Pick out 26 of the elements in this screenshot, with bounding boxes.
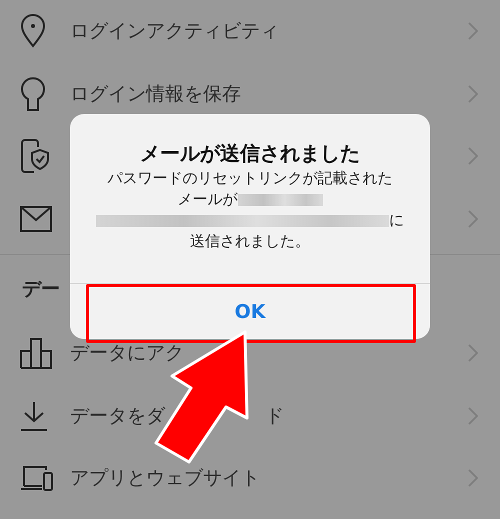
chevron-icon bbox=[468, 406, 478, 425]
phone-shield-icon bbox=[20, 139, 50, 174]
alert-title: メールが送信されました bbox=[139, 140, 361, 166]
alert-message-text: 送信されました。 bbox=[190, 232, 310, 251]
keyhole-icon bbox=[20, 76, 46, 111]
menu-item-label[interactable]: ド bbox=[265, 402, 284, 429]
alert-message-text: メールが bbox=[178, 190, 238, 209]
chevron-icon bbox=[468, 210, 478, 228]
menu-item-label[interactable]: データをダ bbox=[70, 402, 165, 429]
section-header: デー bbox=[22, 276, 60, 302]
menu-item-label[interactable]: データにアク bbox=[70, 340, 184, 366]
envelope-icon bbox=[20, 206, 52, 232]
bar-chart-icon bbox=[20, 337, 52, 370]
chevron-icon bbox=[468, 344, 478, 362]
chevron-icon bbox=[468, 22, 478, 40]
menu-item-label[interactable]: ログインアクティビティ bbox=[70, 18, 279, 44]
chevron-icon bbox=[468, 147, 478, 166]
chevron-icon bbox=[468, 84, 478, 103]
chevron-icon bbox=[468, 469, 478, 488]
download-icon bbox=[20, 400, 48, 431]
menu-item-label[interactable]: ログイン情報を保存 bbox=[70, 80, 241, 107]
menu-item-label[interactable]: アプリとウェブサイト bbox=[70, 465, 260, 492]
laptop-phone-icon bbox=[20, 464, 54, 492]
alert-message-text: パスワードのリセットリンクが記載された bbox=[108, 169, 392, 188]
location-pin-icon bbox=[20, 14, 46, 48]
alert-message-text: に bbox=[389, 211, 404, 230]
